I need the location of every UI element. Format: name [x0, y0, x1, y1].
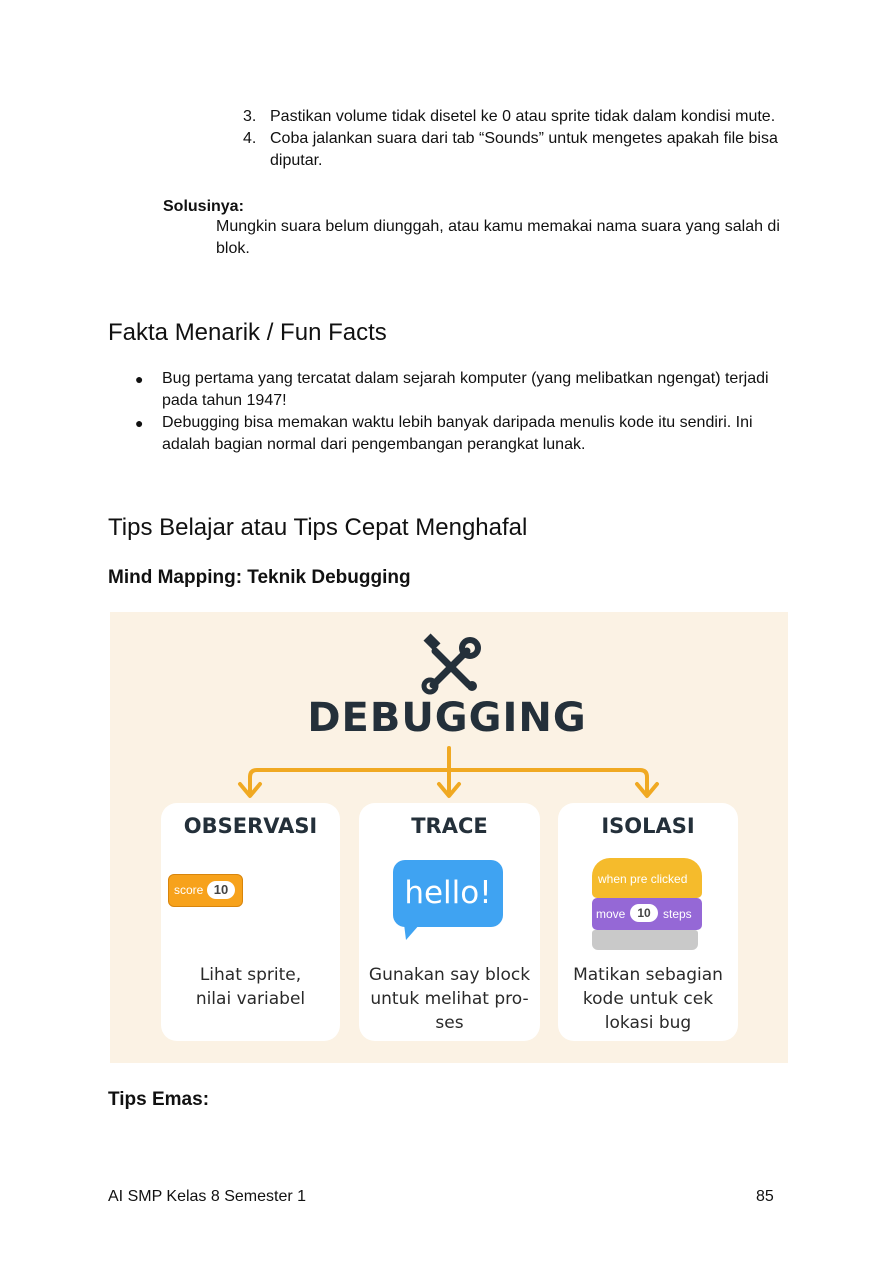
disabled-block	[592, 930, 698, 950]
block-value: 10	[630, 904, 658, 922]
desc-line: Lihat sprite,	[199, 965, 302, 985]
desc-line: nilai variabel	[195, 989, 306, 1009]
mindmap-title: DEBUGGING	[307, 695, 587, 741]
card-title: ISOLASI	[601, 814, 695, 838]
card-observasi: OBSERVASI Lihat sprite, nilai variabel	[161, 803, 340, 1041]
card-description: Gunakan say block untuk melihat pro- ses	[367, 963, 532, 1035]
desc-line: Matikan sebagian	[573, 965, 723, 985]
tools-icon	[421, 633, 481, 695]
variable-name: score	[174, 883, 204, 897]
card-description: Matikan sebagian kode untuk cek lokasi b…	[566, 963, 730, 1035]
card-title: OBSERVASI	[183, 814, 318, 838]
desc-line: ses	[435, 1013, 464, 1033]
card-description: Lihat sprite, nilai variabel	[169, 963, 332, 1011]
when-clicked-block: when pre clicked	[592, 858, 702, 898]
desc-line: kode untuk cek	[582, 989, 714, 1009]
card-title: TRACE	[411, 814, 488, 838]
page-number: 85	[756, 1188, 774, 1205]
speech-text: hello!	[404, 875, 492, 911]
score-variable-block: score 10	[168, 874, 243, 907]
gold-tips-heading: Tips Emas:	[108, 1089, 210, 1110]
speech-bubble: hello!	[393, 860, 503, 927]
branch-arrows	[238, 746, 659, 798]
block-label: move	[596, 907, 626, 921]
speech-bubble-tail-icon	[404, 924, 420, 940]
move-steps-block: move 10 steps	[592, 898, 702, 930]
footer-title: AI SMP Kelas 8 Semester 1	[108, 1188, 307, 1205]
block-label: when pre clicked	[598, 872, 688, 886]
desc-line: Gunakan say block	[368, 965, 531, 985]
block-unit: steps	[663, 907, 692, 921]
mindmap-graphics	[236, 633, 659, 957]
variable-value: 10	[207, 881, 235, 899]
desc-line: lokasi bug	[604, 1013, 692, 1033]
desc-line: untuk melihat pro-	[370, 989, 529, 1009]
